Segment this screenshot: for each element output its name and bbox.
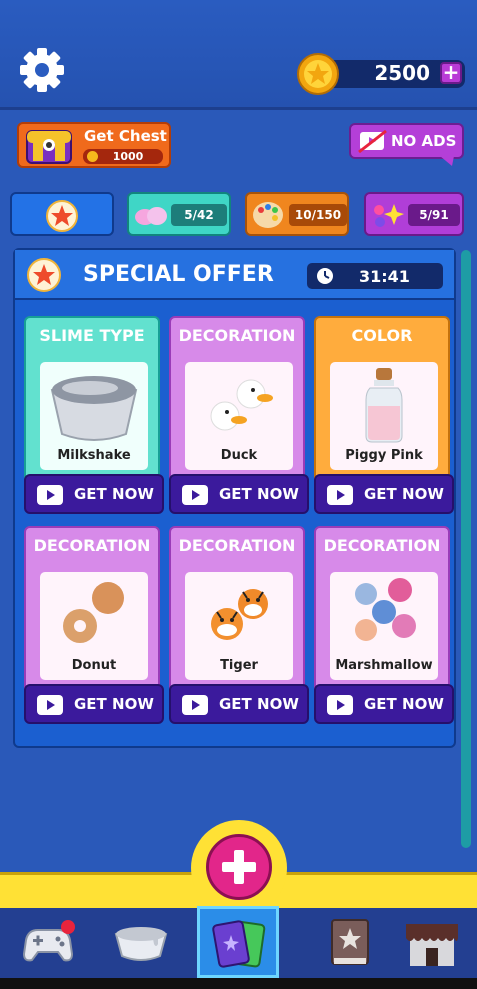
nav-book[interactable] — [310, 908, 392, 978]
nav-slimes[interactable] — [100, 908, 182, 978]
bottle-image — [365, 368, 403, 443]
card-image-box: Duck — [185, 362, 293, 470]
clock-icon — [317, 268, 333, 284]
milkshake-slime-image — [50, 376, 138, 441]
video-ad-icon — [182, 485, 208, 505]
get-now-button[interactable]: GET NOW — [24, 684, 164, 724]
tab-decoration[interactable]: 5/91 — [364, 192, 464, 236]
tab-slime[interactable]: 5/42 — [127, 192, 231, 236]
coin-amount: 2500 — [374, 61, 430, 85]
plus-icon — [222, 850, 256, 884]
panel-header: SPECIAL OFFER 31:41 — [15, 250, 454, 300]
offer-card-donut[interactable]: DECORATION Donut GET NOW — [24, 526, 164, 724]
card-category: COLOR — [351, 326, 413, 345]
get-now-label: GET NOW — [219, 695, 299, 713]
chest-price-value: 1000 — [112, 150, 144, 163]
video-ad-icon — [37, 695, 63, 715]
video-ad-icon — [182, 695, 208, 715]
get-now-button[interactable]: GET NOW — [314, 684, 454, 724]
get-now-label: GET NOW — [74, 485, 154, 503]
get-now-button[interactable]: GET NOW — [169, 684, 309, 724]
get-now-label: GET NOW — [219, 485, 299, 503]
video-ad-icon — [327, 695, 353, 715]
tab-color[interactable]: 10/150 — [245, 192, 349, 236]
chest-icon — [26, 130, 72, 164]
get-now-button[interactable]: GET NOW — [24, 474, 164, 514]
nav-games[interactable] — [6, 908, 88, 978]
marshmallow-image — [355, 578, 416, 641]
timer-text: 31:41 — [359, 267, 410, 286]
get-chest-button[interactable]: Get Chest 1000 — [17, 122, 171, 168]
duck-image — [210, 379, 273, 431]
offer-card-tiger[interactable]: DECORATION Tiger GET NOW — [169, 526, 309, 724]
no-ads-button[interactable]: NO ADS — [349, 123, 464, 159]
card-item-name: Duck — [220, 448, 258, 463]
get-now-button[interactable]: GET NOW — [314, 474, 454, 514]
nav-cards[interactable] — [197, 906, 279, 978]
special-offer-panel: SPECIAL OFFER 31:41 SLIME TYPE Milkshake… — [13, 248, 456, 748]
tab-favorites[interactable] — [10, 192, 114, 236]
offer-card-slime[interactable]: SLIME TYPE Milkshake GET NOW — [24, 316, 164, 514]
offer-card-color[interactable]: COLOR Piggy Pink GET NOW — [314, 316, 454, 514]
tab-decoration-count: 5/91 — [408, 204, 460, 226]
get-now-label: GET NOW — [364, 485, 444, 503]
donut-image — [63, 582, 124, 643]
video-ad-icon — [327, 485, 353, 505]
sparkle-icon — [374, 204, 404, 227]
card-item-name: Marshmallow — [335, 658, 433, 673]
offer-card-duck[interactable]: DECORATION Duck GET NOW — [169, 316, 309, 514]
offer-card-marshmallow[interactable]: DECORATION Marshmallow GET NOW — [314, 526, 454, 724]
no-ads-tail — [440, 156, 454, 166]
offer-title: SPECIAL OFFER — [83, 262, 274, 287]
tiger-image — [211, 589, 268, 640]
slime-icon — [135, 207, 167, 225]
nav-shop[interactable] — [392, 908, 474, 978]
create-button[interactable] — [206, 834, 272, 900]
top-bar — [0, 0, 477, 110]
card-category: DECORATION — [323, 536, 441, 555]
chest-title: Get Chest — [84, 127, 167, 145]
no-ads-icon — [358, 129, 387, 154]
card-image-box: Milkshake — [40, 362, 148, 470]
slime-bowl-icon — [114, 927, 168, 961]
card-category: SLIME TYPE — [39, 326, 145, 345]
coin-small-icon — [87, 151, 98, 162]
shop-icon — [406, 924, 458, 966]
gear-icon[interactable] — [18, 46, 66, 94]
scrollbar[interactable] — [461, 250, 471, 848]
coin-icon — [297, 53, 339, 95]
chest-price: 1000 — [83, 149, 163, 164]
card-image-box: Marshmallow — [330, 572, 438, 680]
card-item-name: Piggy Pink — [345, 448, 423, 463]
palette-icon — [253, 202, 283, 228]
offer-timer: 31:41 — [307, 263, 443, 289]
tab-slime-count: 5/42 — [171, 204, 227, 226]
card-item-name: Donut — [71, 658, 117, 673]
cards-icon — [212, 920, 266, 968]
star-icon — [46, 200, 78, 232]
add-coins-button[interactable]: + — [440, 62, 462, 84]
card-image-box: Piggy Pink — [330, 362, 438, 470]
card-category: DECORATION — [178, 326, 296, 345]
book-icon — [331, 919, 369, 965]
system-bar — [0, 978, 477, 989]
card-image-box: Donut — [40, 572, 148, 680]
video-ad-icon — [37, 485, 63, 505]
no-ads-label: NO ADS — [391, 132, 457, 150]
get-now-label: GET NOW — [364, 695, 444, 713]
card-category: DECORATION — [178, 536, 296, 555]
card-image-box: Tiger — [185, 572, 293, 680]
card-category: DECORATION — [33, 536, 151, 555]
gamepad-icon — [22, 920, 75, 962]
game-screen: 2500 + Get Chest 1000 NO ADS 5/42 10/150… — [0, 0, 477, 989]
tab-color-count: 10/150 — [289, 204, 347, 226]
card-item-name: Milkshake — [57, 448, 131, 463]
card-item-name: Tiger — [220, 658, 258, 673]
offer-star-icon — [27, 258, 61, 292]
get-now-label: GET NOW — [74, 695, 154, 713]
get-now-button[interactable]: GET NOW — [169, 474, 309, 514]
